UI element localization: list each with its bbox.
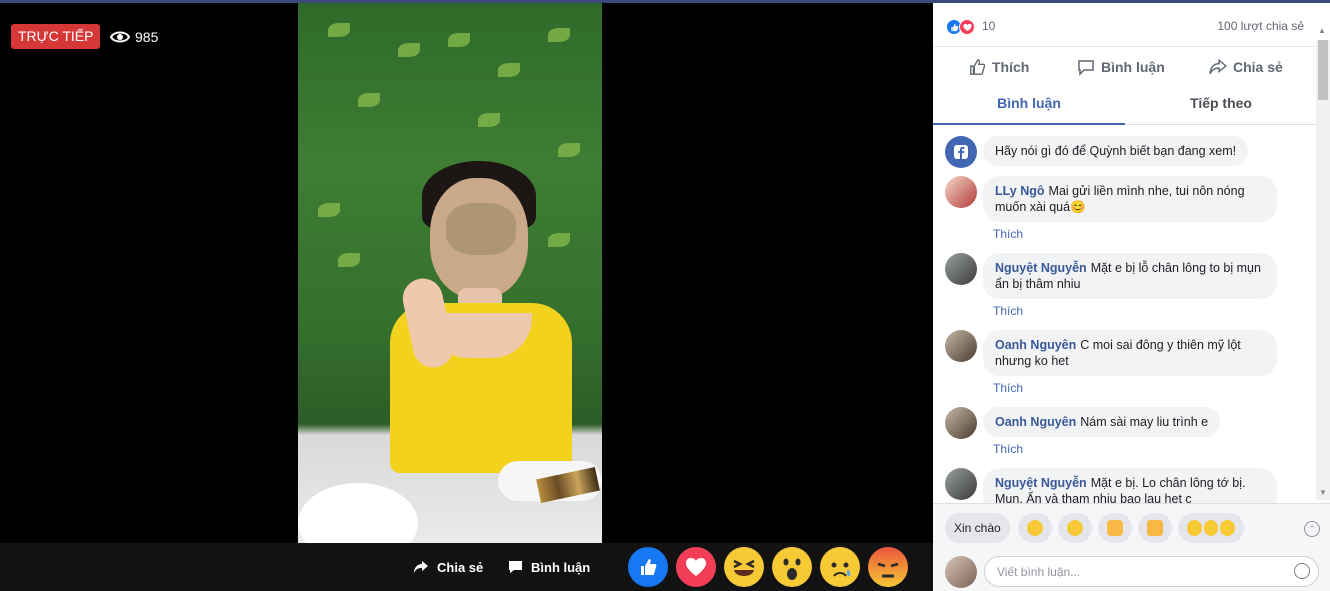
comment-author[interactable]: Oanh Nguyên — [995, 415, 1076, 429]
tab-up-next[interactable]: Tiếp theo — [1125, 87, 1317, 125]
sad-reaction-icon[interactable] — [820, 547, 860, 587]
leaf-decoration — [318, 203, 340, 217]
share-label: Chia sẻ — [1233, 59, 1283, 75]
post-actions: Thích Bình luận Chia sẻ — [933, 48, 1317, 86]
quick-reply-emoji[interactable] — [1058, 513, 1092, 543]
comment-like-link[interactable]: Thích — [993, 381, 1023, 395]
face-mask — [446, 203, 516, 255]
avatar[interactable] — [945, 176, 977, 208]
video-share-button[interactable]: Chia sẻ — [413, 543, 483, 591]
viewer-count: 985 — [110, 24, 158, 49]
comment-label: Bình luận — [1101, 59, 1165, 75]
comment-bubble: Nguyệt Nguyễn Mặt e bị lỗ chân lông to bị… — [983, 253, 1277, 299]
heart-eyes-emoji-icon — [1067, 520, 1083, 536]
avatar[interactable] — [945, 253, 977, 285]
live-video-page: TRỰC TIẾP 985 Chia sẻ Bình luận 10 100 l… — [0, 0, 1330, 591]
table-plate — [298, 483, 418, 543]
video-player[interactable]: TRỰC TIẾP 985 — [0, 3, 933, 543]
like-button[interactable]: Thích — [968, 56, 1029, 78]
comment-author[interactable]: Oanh Nguyên — [995, 338, 1076, 352]
scroll-down-arrow-icon[interactable]: ▼ — [1318, 488, 1328, 498]
share-icon — [414, 561, 428, 573]
comment-icon — [509, 561, 522, 573]
comment-like-link[interactable]: Thích — [993, 304, 1023, 318]
quick-reply-emoji[interactable] — [1018, 513, 1052, 543]
leaf-decoration — [328, 23, 350, 37]
chevron-up-icon[interactable]: ⌃ — [1304, 521, 1320, 537]
leaf-decoration — [548, 28, 570, 42]
comment-bubble: Oanh Nguyên Nám sài may liu trình e — [983, 407, 1221, 437]
quick-reply-hello[interactable]: Xin chào — [945, 513, 1010, 543]
leaf-decoration — [398, 43, 420, 57]
avatar[interactable] — [945, 407, 977, 439]
leaf-decoration — [478, 113, 500, 127]
leaf-decoration — [498, 63, 520, 77]
comment-bubble: Oanh Nguyên C moi sai đông y thiên mỹ lột… — [983, 330, 1277, 376]
video-share-label: Chia sẻ — [437, 559, 484, 575]
emoji-picker-icon[interactable] — [1294, 563, 1310, 579]
angry-reaction-icon[interactable] — [868, 547, 908, 587]
grin-sweat-emoji-icon — [1027, 520, 1043, 536]
facebook-icon — [945, 136, 977, 168]
comment-author[interactable]: Nguyệt Nguyễn — [995, 261, 1087, 275]
tab-comments[interactable]: Bình luận — [933, 87, 1125, 125]
haha-reaction-icon[interactable] — [724, 547, 764, 587]
clap-emoji-icon — [1107, 520, 1123, 536]
comment-bubble: LLy Ngô Mai gửi liền mình nhe, tui nôn nó… — [983, 176, 1277, 222]
comment-input[interactable]: Viết bình luận... — [984, 556, 1319, 587]
reaction-summary[interactable] — [946, 19, 975, 35]
comment-bubble: Nguyệt Nguyễn Mặt e bị. Lo chân lông tớ b… — [983, 468, 1277, 503]
scrollbar-thumb[interactable] — [1318, 40, 1328, 100]
quick-reply-emoji[interactable] — [1138, 513, 1172, 543]
comment-composer: Viết bình luận... — [933, 551, 1330, 591]
comment-text: Nám sài may liu trình e — [1080, 415, 1209, 429]
comment-like-link[interactable]: Thích — [993, 227, 1023, 241]
viewer-count-value: 985 — [135, 28, 159, 45]
avatar[interactable] — [945, 556, 977, 588]
leaf-decoration — [358, 93, 380, 107]
thumbs-up-emoji-icon — [1147, 520, 1163, 536]
leaf-decoration — [548, 233, 570, 247]
comment-like-link[interactable]: Thích — [993, 442, 1023, 456]
comment-author[interactable]: Nguyệt Nguyễn — [995, 476, 1087, 490]
live-badge: TRỰC TIẾP — [11, 24, 101, 49]
share-button[interactable]: Chia sẻ — [1209, 56, 1283, 78]
leaf-decoration — [448, 33, 470, 47]
panel-tabs: Bình luận Tiếp theo — [933, 87, 1317, 125]
reaction-count[interactable]: 10 — [982, 19, 995, 33]
comment-button[interactable]: Bình luận — [1077, 56, 1165, 78]
grin-sweat-emoji-icon — [1203, 520, 1219, 536]
share-icon — [1209, 59, 1227, 75]
scroll-up-arrow-icon[interactable]: ▲ — [1318, 26, 1328, 36]
wow-reaction-icon[interactable] — [772, 547, 812, 587]
avatar[interactable] — [945, 468, 977, 500]
quick-replies: Xin chào ⌃ — [933, 503, 1330, 551]
share-count[interactable]: 100 lượt chia sẻ — [1217, 19, 1304, 33]
love-reaction-icon[interactable] — [676, 547, 716, 587]
grin-sweat-emoji-icon — [1187, 520, 1202, 536]
comment-list[interactable]: Hãy nói gì đó để Quỳnh biết bạn đang xem… — [933, 126, 1317, 503]
quick-reply-emoji[interactable] — [1098, 513, 1132, 543]
video-frame[interactable] — [298, 3, 602, 543]
video-comment-label: Bình luận — [531, 559, 591, 575]
video-action-bar: Chia sẻ Bình luận — [0, 543, 933, 591]
love-icon — [959, 19, 975, 35]
comment-author[interactable]: LLy Ngô — [995, 184, 1045, 198]
leaf-decoration — [338, 253, 360, 267]
quick-reply-emoji-triple[interactable] — [1178, 513, 1244, 543]
video-comment-button[interactable]: Bình luận — [508, 543, 590, 591]
like-label: Thích — [992, 59, 1030, 75]
reaction-stats: 10 100 lượt chia sẻ — [933, 3, 1317, 47]
eye-icon — [110, 31, 130, 42]
thumbs-up-icon — [970, 59, 986, 75]
avatar[interactable] — [945, 330, 977, 362]
prompt-bubble: Hãy nói gì đó để Quỳnh biết bạn đang xem… — [983, 136, 1249, 166]
like-reaction-icon[interactable] — [628, 547, 668, 587]
scrollbar-track[interactable] — [1316, 40, 1330, 500]
grin-sweat-emoji-icon — [1220, 520, 1236, 536]
leaf-decoration — [558, 143, 580, 157]
comment-icon — [1078, 59, 1094, 76]
